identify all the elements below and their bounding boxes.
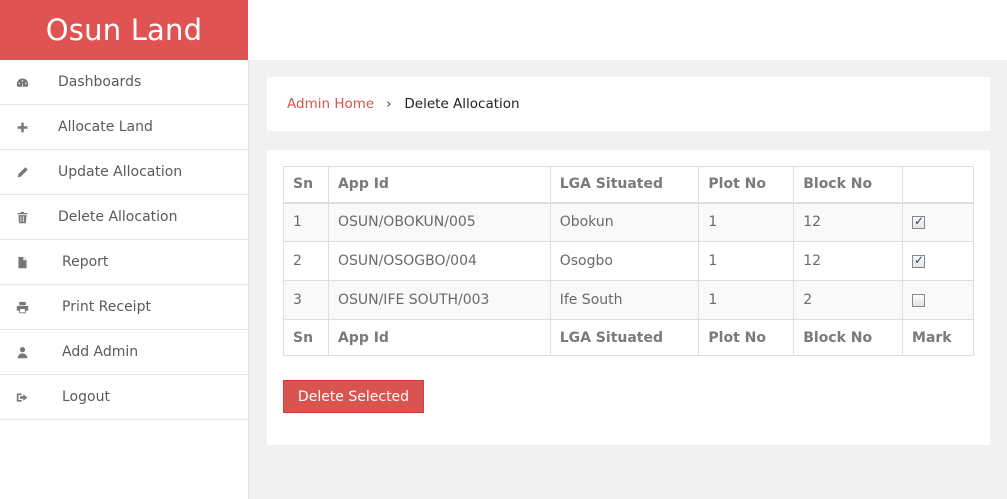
column-header-mark	[902, 166, 974, 204]
table-header-row: Sn App Id LGA Situated Plot No Block No	[283, 166, 974, 204]
sidebar-item-add-admin[interactable]: Add Admin	[0, 330, 248, 375]
footer-header-plot-no: Plot No	[698, 319, 795, 356]
sidebar-item-label: Allocate Land	[58, 119, 153, 135]
cell-block-no: 12	[793, 241, 904, 281]
table-row: 1 OSUN/OBOKUN/005 Obokun 1 12	[283, 202, 974, 242]
footer-header-lga: LGA Situated	[549, 319, 700, 356]
sidebar-item-label: Dashboards	[58, 74, 142, 90]
mark-checkbox[interactable]	[912, 253, 926, 268]
cell-app-id: OSUN/OSOGBO/004	[327, 241, 551, 281]
footer-header-sn: Sn	[283, 319, 329, 356]
sidebar-item-label: Print Receipt	[62, 299, 151, 315]
mark-checkbox[interactable]	[912, 293, 926, 307]
cell-sn: 3	[283, 280, 329, 320]
mark-checkbox[interactable]	[912, 214, 926, 229]
table-footer-row: Sn App Id LGA Situated Plot No Block No …	[283, 319, 974, 356]
cell-block-no: 2	[793, 280, 904, 320]
cell-plot-no: 1	[698, 280, 795, 320]
column-header-app-id: App Id	[327, 166, 551, 204]
cell-mark	[902, 241, 974, 281]
footer-header-mark: Mark	[902, 319, 974, 356]
cell-sn: 1	[283, 202, 329, 242]
footer-header-block-no: Block No	[793, 319, 904, 356]
sidebar-item-dashboards[interactable]: Dashboards	[0, 60, 248, 105]
brand-logo: Osun Land	[0, 0, 248, 60]
sidebar-item-label: Update Allocation	[58, 164, 183, 180]
cell-mark	[902, 202, 974, 242]
sidebar-item-delete-allocation[interactable]: Delete Allocation	[0, 195, 248, 240]
sidebar-item-logout[interactable]: Logout	[0, 375, 248, 420]
cell-mark	[902, 280, 974, 320]
sidebar-item-update-allocation[interactable]: Update Allocation	[0, 150, 248, 195]
column-header-sn: Sn	[283, 166, 329, 204]
cell-lga: Ife South	[549, 280, 700, 320]
cell-plot-no: 1	[698, 202, 795, 242]
pencil-icon	[14, 164, 30, 180]
file-icon	[14, 254, 30, 270]
column-header-plot-no: Plot No	[698, 166, 795, 204]
sidebar-item-label: Delete Allocation	[58, 209, 178, 225]
dashboard-icon	[14, 74, 30, 90]
brand-title: Osun Land	[45, 13, 203, 47]
cell-app-id: OSUN/IFE SOUTH/003	[327, 280, 551, 320]
sidebar-item-label: Logout	[62, 389, 110, 405]
sidebar: Dashboards Allocate Land Update Allocati…	[0, 60, 249, 499]
breadcrumb-current: Delete Allocation	[404, 96, 520, 112]
allocation-table-card: Sn App Id LGA Situated Plot No Block No …	[267, 150, 990, 445]
sidebar-item-print-receipt[interactable]: Print Receipt	[0, 285, 248, 330]
delete-selected-button[interactable]: Delete Selected	[283, 380, 424, 413]
logout-icon	[14, 389, 30, 405]
breadcrumb: Admin Home › Delete Allocation	[267, 77, 990, 131]
sidebar-item-label: Add Admin	[62, 344, 139, 360]
breadcrumb-separator: ›	[386, 96, 392, 112]
top-bar	[248, 0, 1007, 60]
trash-icon	[14, 209, 30, 225]
allocation-table: Sn App Id LGA Situated Plot No Block No …	[283, 166, 974, 356]
column-header-lga: LGA Situated	[549, 166, 700, 204]
cell-sn: 2	[283, 241, 329, 281]
cell-lga: Obokun	[549, 202, 700, 242]
footer-header-app-id: App Id	[327, 319, 551, 356]
cell-plot-no: 1	[698, 241, 795, 281]
cell-app-id: OSUN/OBOKUN/005	[327, 202, 551, 242]
plus-icon	[14, 119, 30, 135]
sidebar-item-label: Report	[62, 254, 109, 270]
breadcrumb-home-link[interactable]: Admin Home	[287, 96, 374, 112]
column-header-block-no: Block No	[793, 166, 904, 204]
table-row: 3 OSUN/IFE SOUTH/003 Ife South 1 2	[283, 280, 974, 320]
cell-lga: Osogbo	[549, 241, 700, 281]
table-row: 2 OSUN/OSOGBO/004 Osogbo 1 12	[283, 241, 974, 281]
cell-block-no: 12	[793, 202, 904, 242]
sidebar-item-report[interactable]: Report	[0, 240, 248, 285]
user-icon	[14, 344, 30, 360]
print-icon	[14, 299, 30, 315]
sidebar-item-allocate-land[interactable]: Allocate Land	[0, 105, 248, 150]
